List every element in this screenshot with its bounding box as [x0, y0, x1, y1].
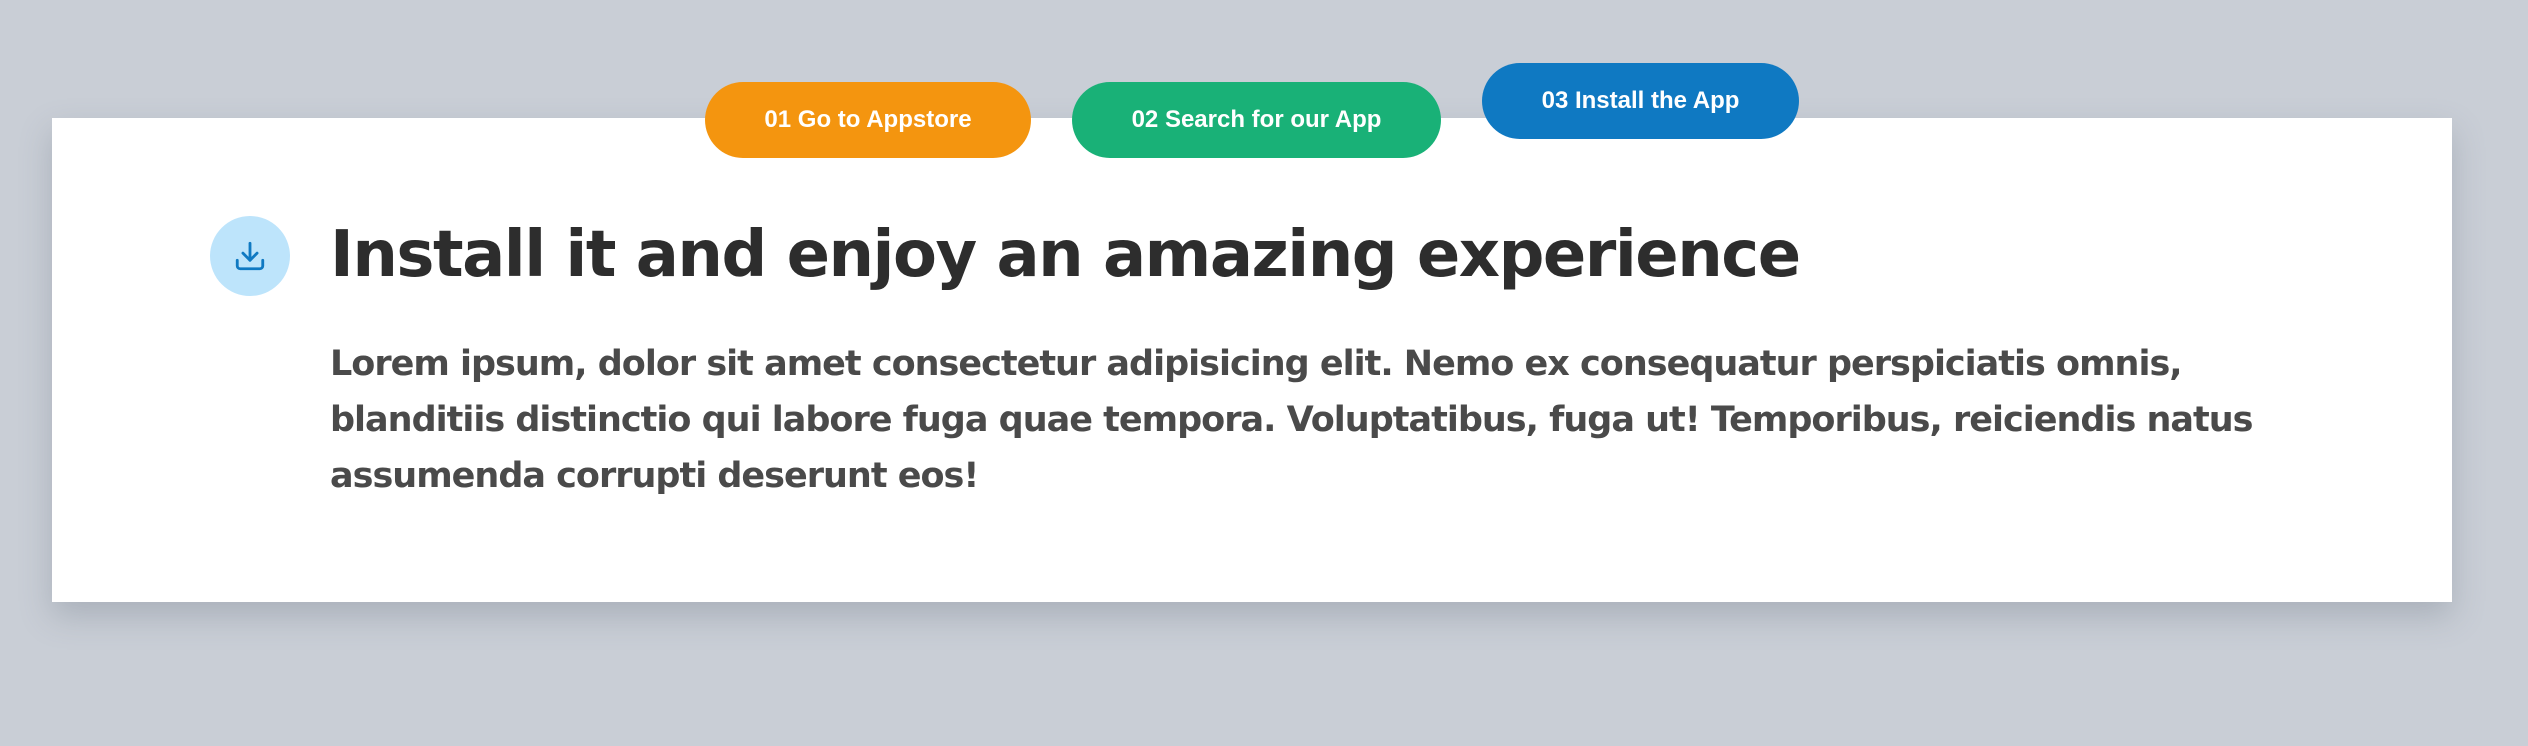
download-icon — [235, 241, 265, 271]
section-description: Lorem ipsum, dolor sit amet consectetur … — [330, 344, 2253, 496]
section-title: Install it and enjoy an amazing experien… — [330, 218, 1801, 292]
step-tab-install-app[interactable]: 03 Install the App — [1482, 63, 1799, 139]
step-tab-search-app[interactable]: 02 Search for our App — [1072, 82, 1441, 158]
step-tab-go-to-appstore[interactable]: 01 Go to Appstore — [705, 82, 1031, 158]
download-icon-badge — [210, 216, 290, 296]
